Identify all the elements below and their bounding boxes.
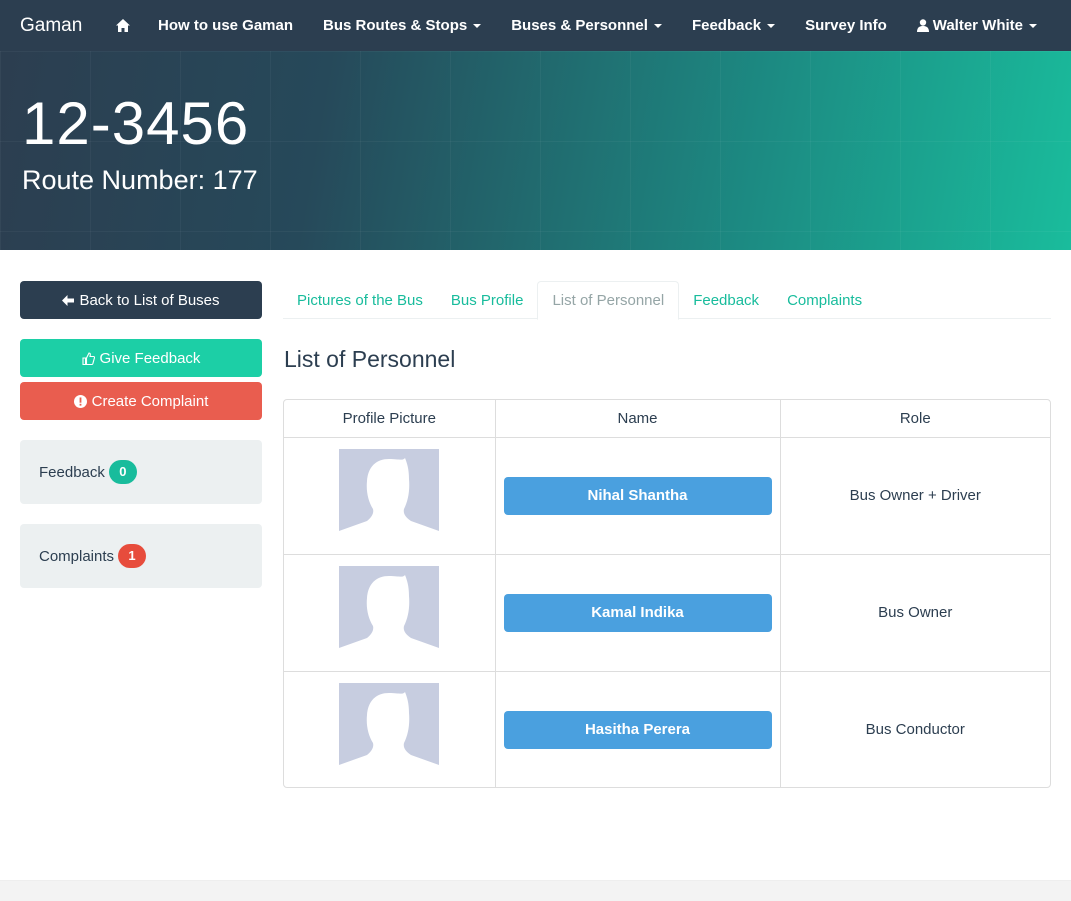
default-avatar-icon bbox=[339, 448, 440, 543]
give-feedback-label: Give Feedback bbox=[99, 349, 201, 367]
profile-picture-cell bbox=[284, 554, 496, 672]
feedback-count-panel: Feedback 0 bbox=[20, 440, 262, 504]
personnel-name-button[interactable]: Hasitha Perera bbox=[503, 710, 772, 749]
role-cell: Bus Owner bbox=[780, 554, 1050, 672]
feedback-panel-label: Feedback bbox=[39, 463, 105, 481]
personnel-name-button[interactable]: Nihal Shantha bbox=[503, 476, 772, 515]
tab-feedback[interactable]: Feedback bbox=[679, 281, 773, 319]
home-icon[interactable] bbox=[102, 19, 143, 32]
nav-buses-personnel[interactable]: Buses & Personnel bbox=[496, 17, 677, 34]
table-header-row: Profile Picture Name Role bbox=[284, 400, 1050, 438]
route-number: Route Number: 177 bbox=[22, 165, 258, 195]
default-avatar-icon bbox=[339, 682, 440, 777]
personnel-name-button[interactable]: Kamal Indika bbox=[503, 593, 772, 632]
user-name: Walter White bbox=[932, 17, 1023, 34]
name-cell: Hasitha Perera bbox=[495, 671, 781, 787]
feedback-count-badge: 0 bbox=[108, 460, 137, 484]
name-cell: Nihal Shantha bbox=[495, 437, 781, 555]
bus-number-title: 12-3456 bbox=[22, 90, 250, 157]
nav-item-label: How to use Gaman bbox=[158, 17, 294, 34]
profile-picture-cell bbox=[284, 671, 496, 787]
personnel-table: Profile Picture Name Role Nihal Shantha … bbox=[283, 399, 1051, 788]
user-icon bbox=[916, 19, 929, 32]
column-header-name: Name bbox=[495, 400, 781, 438]
arrow-left-icon bbox=[62, 294, 75, 306]
complaints-panel-label: Complaints bbox=[39, 547, 115, 565]
caret-down-icon bbox=[653, 23, 662, 28]
nav-bus-routes-stops[interactable]: Bus Routes & Stops bbox=[308, 17, 496, 34]
role-cell: Bus Conductor bbox=[865, 721, 965, 739]
tab-complaints[interactable]: Complaints bbox=[773, 281, 876, 319]
user-menu[interactable]: Walter White bbox=[916, 0, 1037, 51]
thumbs-up-icon bbox=[81, 351, 95, 365]
give-feedback-button[interactable]: Give Feedback bbox=[20, 339, 262, 377]
tab-list-of-personnel[interactable]: List of Personnel bbox=[537, 281, 680, 320]
section-title: List of Personnel bbox=[284, 346, 456, 372]
nav-feedback[interactable]: Feedback bbox=[677, 17, 790, 34]
complaints-count-badge: 1 bbox=[118, 544, 147, 568]
exclamation-circle-icon bbox=[73, 394, 87, 408]
default-avatar-icon bbox=[339, 565, 440, 660]
nav-survey-info[interactable]: Survey Info bbox=[790, 17, 902, 34]
tab-pictures-of-bus[interactable]: Pictures of the Bus bbox=[283, 281, 437, 319]
column-header-role: Role bbox=[780, 400, 1050, 438]
caret-down-icon bbox=[767, 23, 776, 28]
role-cell: Bus Owner + Driver bbox=[780, 437, 1050, 555]
name-cell: Kamal Indika bbox=[495, 554, 781, 672]
tab-bus-profile[interactable]: Bus Profile bbox=[437, 281, 538, 319]
nav-item-label: Feedback bbox=[691, 17, 762, 34]
create-complaint-button[interactable]: Create Complaint bbox=[20, 382, 262, 420]
nav-item-label: Survey Info bbox=[805, 17, 887, 34]
create-complaint-label: Create Complaint bbox=[91, 392, 209, 410]
bus-tabs: Pictures of the Bus Bus Profile List of … bbox=[283, 281, 1051, 320]
back-to-list-button[interactable]: Back to List of Buses bbox=[20, 281, 262, 319]
table-row: Nihal Shantha Bus Owner + Driver bbox=[284, 437, 1050, 555]
table-row: Hasitha Perera Bus Conductor bbox=[284, 671, 1050, 787]
column-header-profile-picture: Profile Picture bbox=[284, 400, 496, 438]
caret-down-icon bbox=[473, 23, 482, 28]
table-row: Kamal Indika Bus Owner bbox=[284, 554, 1050, 672]
back-button-label: Back to List of Buses bbox=[79, 291, 220, 309]
brand-logo[interactable]: Gaman bbox=[0, 15, 102, 37]
top-navbar: Gaman How to use Gaman Bus Routes & Stop… bbox=[0, 0, 1071, 51]
caret-down-icon bbox=[1029, 23, 1037, 28]
nav-item-label: Bus Routes & Stops bbox=[323, 17, 468, 34]
page-footer bbox=[0, 880, 1071, 901]
nav-item-label: Buses & Personnel bbox=[511, 17, 648, 34]
profile-picture-cell bbox=[284, 437, 496, 555]
nav-how-to-use[interactable]: How to use Gaman bbox=[143, 17, 308, 34]
complaints-count-panel: Complaints 1 bbox=[20, 524, 262, 588]
header-banner: 12-3456 Route Number: 177 bbox=[0, 51, 1071, 250]
